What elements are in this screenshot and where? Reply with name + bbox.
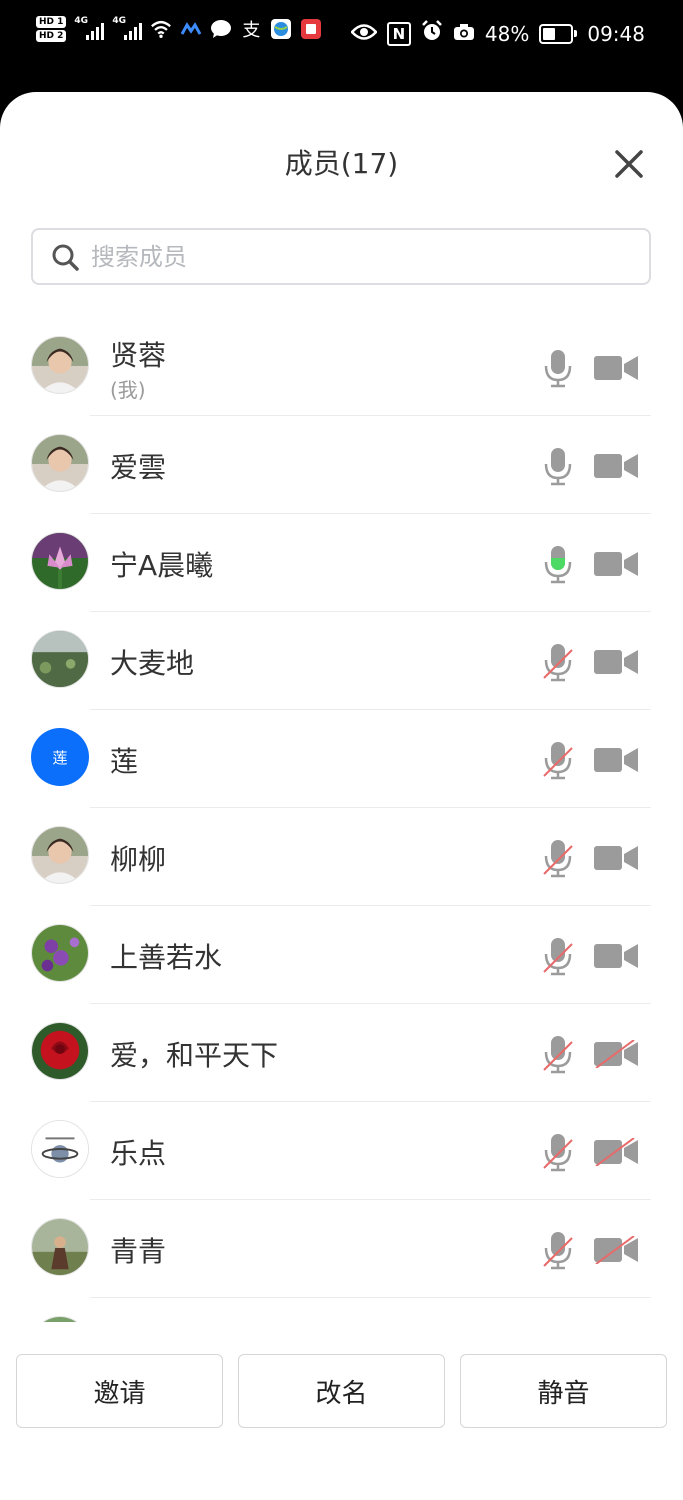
member-row[interactable]: 乐点 — [0, 1102, 683, 1200]
camera-off-icon[interactable] — [594, 1039, 638, 1069]
signal-icon: 4G — [74, 16, 105, 40]
wifi-icon — [150, 18, 172, 40]
mic-muted-icon[interactable] — [542, 1230, 574, 1270]
browser-icon — [270, 18, 292, 40]
member-row[interactable]: 柳柳 — [0, 808, 683, 906]
battery-percent: 48% — [484, 21, 530, 46]
search-box[interactable] — [31, 228, 651, 285]
member-row[interactable]: 大麦地 — [0, 612, 683, 710]
video-camera-icon[interactable] — [594, 452, 638, 480]
status-bar: HD 1 HD 2 4G 4G 支 N 48% 09:48 — [0, 0, 683, 70]
mic-muted-icon[interactable] — [542, 1034, 574, 1074]
member-row[interactable]: 爱，和平天下 — [0, 1004, 683, 1102]
member-name: 贤蓉 — [110, 339, 167, 372]
app-icon — [180, 18, 202, 40]
nfc-icon: N — [386, 21, 411, 46]
avatar — [31, 434, 89, 492]
member-self-tag: (我) — [110, 378, 146, 402]
member-row[interactable]: 贤蓉 (我) — [0, 318, 683, 416]
avatar — [31, 1022, 89, 1080]
mic-muted-icon[interactable] — [542, 838, 574, 878]
avatar — [31, 924, 89, 982]
invite-button[interactable]: 邀请 — [16, 1354, 223, 1428]
member-row[interactable]: 莲莲 — [0, 710, 683, 808]
member-list[interactable]: 贤蓉 (我) 爱雲宁A晨曦大麦地莲莲柳柳上善若水爱，和平天下 乐点青青 — [0, 318, 683, 1322]
search-icon — [52, 244, 79, 271]
mic-muted-icon[interactable] — [542, 740, 574, 780]
mic-icon[interactable] — [542, 446, 574, 486]
rename-button[interactable]: 改名 — [238, 1354, 445, 1428]
chat-icon — [210, 18, 232, 40]
alarm-icon — [421, 20, 443, 47]
member-name: 乐点 — [110, 1137, 167, 1170]
video-camera-icon[interactable] — [594, 550, 638, 578]
signal-icon: 4G — [112, 16, 143, 40]
avatar — [31, 630, 89, 688]
avatar: 莲 — [31, 728, 89, 786]
member-name: 大麦地 — [110, 647, 195, 680]
member-row[interactable] — [0, 1298, 683, 1322]
member-row[interactable]: 青青 — [0, 1200, 683, 1298]
member-name: 青青 — [110, 1235, 167, 1268]
avatar — [31, 1120, 89, 1178]
video-camera-icon[interactable] — [594, 746, 638, 774]
camera-icon — [453, 22, 475, 46]
video-camera-icon[interactable] — [594, 942, 638, 970]
member-row[interactable]: 上善若水 — [0, 906, 683, 1004]
hd-icon: HD 1 HD 2 — [36, 16, 67, 42]
video-camera-icon[interactable] — [594, 844, 638, 872]
avatar — [31, 532, 89, 590]
mic-muted-icon[interactable] — [542, 642, 574, 682]
member-name: 上善若水 — [110, 941, 223, 974]
clock: 09:48 — [587, 21, 645, 46]
member-row[interactable]: 宁A晨曦 — [0, 514, 683, 612]
hd2-label: HD 2 — [36, 30, 67, 42]
alipay-icon: 支 — [242, 20, 261, 41]
mic-speaking-icon[interactable] — [542, 544, 574, 584]
avatar — [31, 336, 89, 394]
notes-icon — [300, 18, 322, 40]
close-button[interactable] — [611, 146, 647, 182]
member-name: 爱，和平天下 — [110, 1039, 279, 1072]
member-name: 柳柳 — [110, 843, 167, 876]
mic-muted-icon[interactable] — [542, 1132, 574, 1172]
mic-muted-icon[interactable] — [542, 936, 574, 976]
hd1-label: HD 1 — [36, 16, 67, 28]
member-row[interactable]: 爱雲 — [0, 416, 683, 514]
camera-off-icon[interactable] — [594, 1137, 638, 1167]
video-camera-icon[interactable] — [594, 648, 638, 676]
action-bar: 邀请 改名 静音 — [0, 1354, 683, 1430]
camera-off-icon[interactable] — [594, 1235, 638, 1265]
mic-icon[interactable] — [542, 348, 574, 388]
avatar — [31, 1316, 89, 1322]
mute-all-button[interactable]: 静音 — [460, 1354, 667, 1428]
avatar — [31, 826, 89, 884]
page-title: 成员(17) — [284, 147, 399, 180]
member-name: 宁A晨曦 — [110, 549, 214, 582]
video-camera-icon[interactable] — [594, 354, 638, 382]
member-name: 爱雲 — [110, 451, 167, 484]
members-sheet: 成员(17) 贤蓉(我)爱雲宁A晨曦大麦地莲莲柳柳上善若水爱，和平天下乐点青青 … — [0, 92, 683, 1500]
member-name: 莲 — [110, 745, 139, 778]
close-icon — [615, 150, 643, 178]
avatar — [31, 1218, 89, 1276]
battery-icon — [539, 23, 578, 44]
search-input[interactable] — [89, 241, 649, 272]
eye-icon — [350, 22, 378, 46]
